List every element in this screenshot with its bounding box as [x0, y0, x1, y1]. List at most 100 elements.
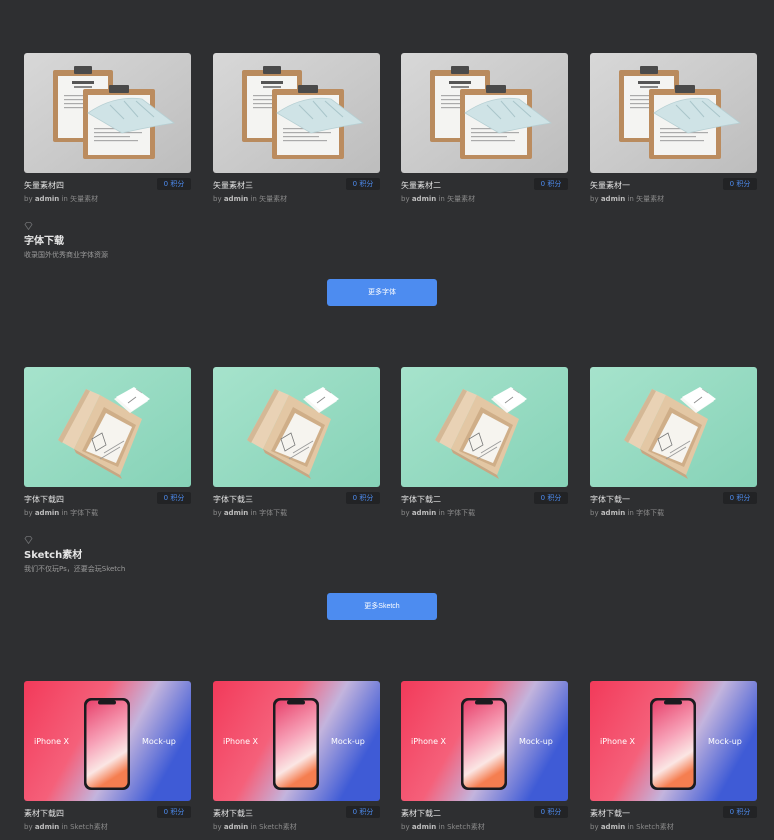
asset-card[interactable]: 矢量素材三 0 积分 by admin in 矢量素材	[213, 53, 380, 219]
asset-thumbnail[interactable]: iPhone X Mock-up	[24, 681, 191, 801]
asset-title[interactable]: 素材下载四	[24, 808, 64, 819]
author-link[interactable]: admin	[35, 823, 59, 831]
points-badge: 0 积分	[534, 492, 568, 504]
asset-card[interactable]: iPhone X Mock-up 素材下载三 0 积分 by admin in Sk…	[213, 681, 380, 840]
asset-card[interactable]: iPhone X Mock-up 素材下载二 0 积分 by admin in Sk…	[401, 681, 568, 840]
business-card-mockup-image	[24, 367, 191, 487]
asset-title[interactable]: 矢量素材三	[213, 180, 253, 191]
asset-title[interactable]: 矢量素材四	[24, 180, 64, 191]
clipboard-mockup-image	[213, 53, 380, 173]
category-link[interactable]: 矢量素材	[447, 195, 475, 203]
meta-by: by	[401, 195, 410, 203]
more-sketch-button[interactable]: 更多Sketch	[327, 593, 437, 620]
svg-text:Mock-up: Mock-up	[142, 737, 176, 746]
asset-meta: by admin in Sketch素材	[213, 822, 297, 832]
author-link[interactable]: admin	[35, 509, 59, 517]
asset-card[interactable]: 字体下载二 0 积分 by admin in 字体下载	[401, 367, 568, 533]
author-link[interactable]: admin	[601, 195, 625, 203]
asset-thumbnail[interactable]	[401, 53, 568, 173]
points-badge: 0 积分	[157, 492, 191, 504]
asset-card[interactable]: 字体下载三 0 积分 by admin in 字体下载	[213, 367, 380, 533]
category-link[interactable]: Sketch素材	[447, 823, 485, 831]
asset-title[interactable]: 字体下载二	[401, 494, 441, 505]
iphone-x-mockup-image: iPhone X Mock-up	[401, 681, 568, 801]
meta-in: in	[61, 823, 68, 831]
asset-thumbnail[interactable]: iPhone X Mock-up	[401, 681, 568, 801]
author-link[interactable]: admin	[412, 823, 436, 831]
category-link[interactable]: Sketch素材	[70, 823, 108, 831]
asset-meta: by admin in 字体下载	[213, 508, 287, 518]
asset-meta: by admin in 矢量素材	[590, 194, 664, 204]
asset-title[interactable]: 字体下载一	[590, 494, 630, 505]
author-link[interactable]: admin	[35, 195, 59, 203]
asset-thumbnail[interactable]	[590, 53, 757, 173]
meta-in: in	[250, 509, 257, 517]
svg-text:iPhone X: iPhone X	[600, 737, 636, 746]
category-link[interactable]: 矢量素材	[70, 195, 98, 203]
asset-thumbnail[interactable]	[213, 53, 380, 173]
asset-thumbnail[interactable]: iPhone X Mock-up	[213, 681, 380, 801]
asset-card[interactable]: 矢量素材一 0 积分 by admin in 矢量素材	[590, 53, 757, 219]
category-link[interactable]: Sketch素材	[636, 823, 674, 831]
svg-text:Mock-up: Mock-up	[331, 737, 365, 746]
asset-row-sketch: iPhone X Mock-up 素材下载四 0 积分 by admin in Sk…	[24, 681, 757, 840]
section-subtitle: 我们不仅玩Ps，还要会玩Sketch	[24, 565, 126, 573]
asset-title[interactable]: 素材下载二	[401, 808, 441, 819]
points-badge: 0 积分	[346, 806, 380, 818]
asset-thumbnail[interactable]	[401, 367, 568, 487]
asset-thumbnail[interactable]	[590, 367, 757, 487]
points-badge: 0 积分	[723, 806, 757, 818]
category-link[interactable]: 字体下载	[447, 509, 475, 517]
asset-title[interactable]: 素材下载一	[590, 808, 630, 819]
category-link[interactable]: 矢量素材	[636, 195, 664, 203]
author-link[interactable]: admin	[412, 195, 436, 203]
asset-meta: by admin in Sketch素材	[24, 822, 108, 832]
asset-title[interactable]: 矢量素材二	[401, 180, 441, 191]
asset-title[interactable]: 素材下载三	[213, 808, 253, 819]
category-link[interactable]: 矢量素材	[259, 195, 287, 203]
meta-in: in	[438, 509, 445, 517]
svg-text:Mock-up: Mock-up	[708, 737, 742, 746]
meta-by: by	[24, 823, 33, 831]
asset-title[interactable]: 字体下载四	[24, 494, 64, 505]
meta-in: in	[438, 195, 445, 203]
category-link[interactable]: 字体下载	[636, 509, 664, 517]
meta-in: in	[627, 509, 634, 517]
author-link[interactable]: admin	[601, 509, 625, 517]
asset-card[interactable]: 字体下载一 0 积分 by admin in 字体下载	[590, 367, 757, 533]
asset-card[interactable]: iPhone X Mock-up 素材下载四 0 积分 by admin in Sk…	[24, 681, 191, 840]
asset-thumbnail[interactable]: iPhone X Mock-up	[590, 681, 757, 801]
author-link[interactable]: admin	[412, 509, 436, 517]
asset-thumbnail[interactable]	[213, 367, 380, 487]
asset-thumbnail[interactable]	[24, 53, 191, 173]
meta-by: by	[401, 823, 410, 831]
meta-in: in	[438, 823, 445, 831]
author-link[interactable]: admin	[224, 509, 248, 517]
author-link[interactable]: admin	[601, 823, 625, 831]
points-badge: 0 积分	[534, 178, 568, 190]
category-link[interactable]: Sketch素材	[259, 823, 297, 831]
section-header-sketch: Sketch素材 我们不仅玩Ps，还要会玩Sketch	[24, 536, 125, 574]
author-link[interactable]: admin	[224, 823, 248, 831]
asset-card[interactable]: 字体下载四 0 积分 by admin in 字体下载	[24, 367, 191, 533]
asset-title[interactable]: 矢量素材一	[590, 180, 630, 191]
asset-meta: by admin in Sketch素材	[590, 822, 674, 832]
asset-card[interactable]: 矢量素材四 0 积分 by admin in 矢量素材	[24, 53, 191, 219]
category-link[interactable]: 字体下载	[70, 509, 98, 517]
category-link[interactable]: 字体下载	[259, 509, 287, 517]
meta-by: by	[590, 823, 599, 831]
more-fonts-button[interactable]: 更多字体	[327, 279, 437, 306]
asset-meta: by admin in 字体下载	[590, 508, 664, 518]
asset-thumbnail[interactable]	[24, 367, 191, 487]
meta-by: by	[590, 195, 599, 203]
author-link[interactable]: admin	[224, 195, 248, 203]
asset-meta: by admin in 矢量素材	[213, 194, 287, 204]
asset-row-fonts: 字体下载四 0 积分 by admin in 字体下载 字体下载三 0 积分 by ad…	[24, 367, 757, 533]
asset-meta: by admin in Sketch素材	[401, 822, 485, 832]
diamond-icon	[24, 222, 33, 230]
asset-card[interactable]: 矢量素材二 0 积分 by admin in 矢量素材	[401, 53, 568, 219]
meta-by: by	[213, 823, 222, 831]
asset-title[interactable]: 字体下载三	[213, 494, 253, 505]
meta-in: in	[627, 195, 634, 203]
asset-card[interactable]: iPhone X Mock-up 素材下载一 0 积分 by admin in Sk…	[590, 681, 757, 840]
